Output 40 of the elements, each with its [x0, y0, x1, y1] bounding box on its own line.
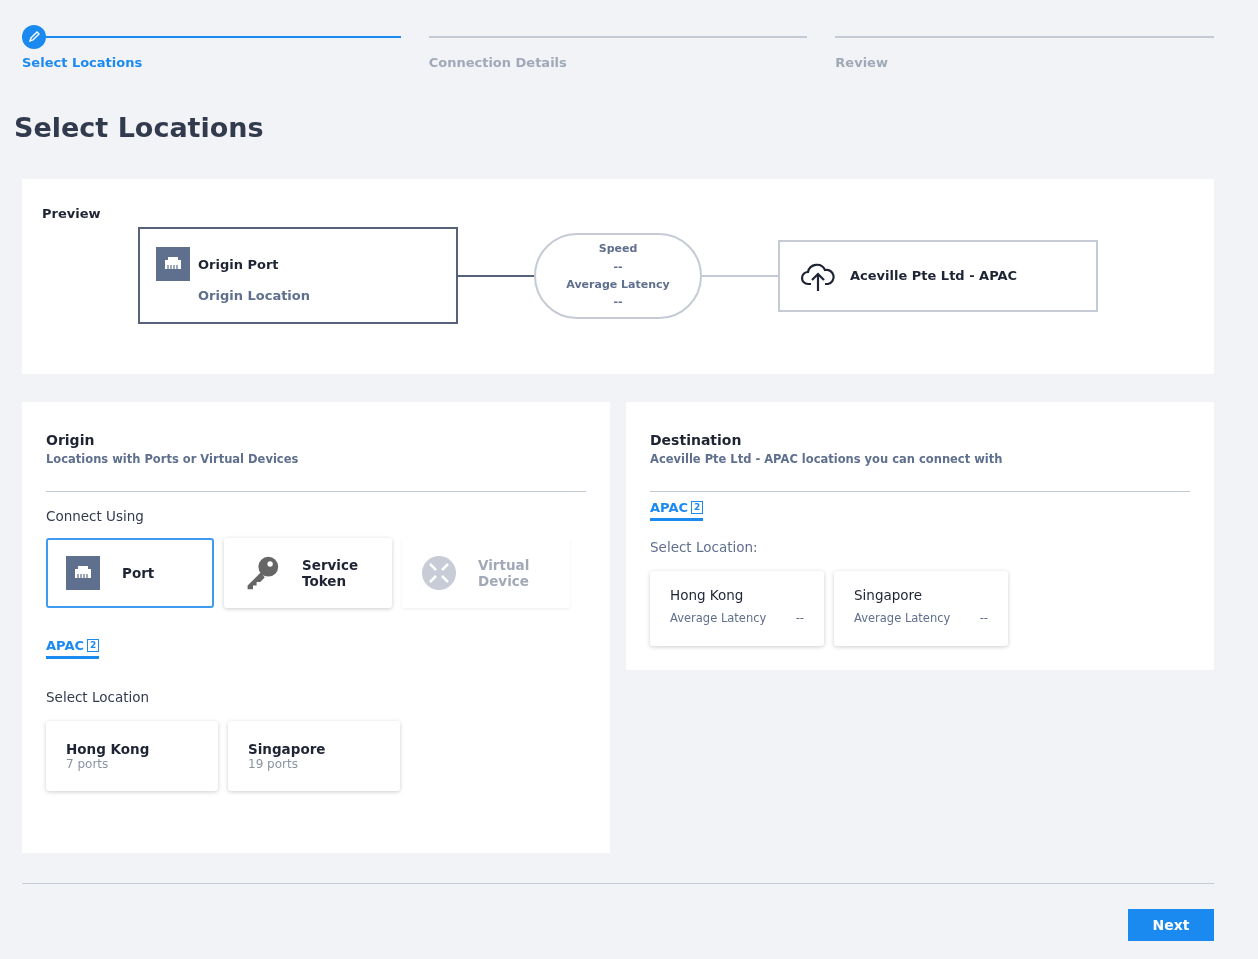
step-label[interactable]: Connection Details	[428, 55, 567, 70]
select-location-label: Select Location:	[650, 539, 759, 555]
location-card[interactable]: Singapore Average Latency --	[834, 571, 1008, 646]
arrows-inward-circle-icon	[422, 556, 456, 590]
pencil-step-icon	[22, 25, 46, 49]
speed-value: --	[613, 258, 623, 275]
section-subtitle: Locations with Ports or Virtual Devices	[46, 452, 300, 466]
section-title: Destination	[650, 432, 743, 448]
ethernet-port-icon	[66, 556, 100, 590]
step-label[interactable]: Review	[835, 55, 888, 70]
ethernet-port-icon	[156, 247, 190, 281]
location-card[interactable]: Hong Kong Average Latency --	[650, 571, 824, 646]
select-location-label: Select Location	[46, 689, 151, 705]
next-button[interactable]: Next	[1128, 909, 1214, 941]
step-label[interactable]: Select Locations	[22, 55, 143, 70]
count-badge: 2	[87, 639, 100, 652]
destination-name: Aceville Pte Ltd - APAC	[850, 268, 1018, 283]
count-badge: 2	[691, 501, 704, 514]
origin-location: Origin Location	[198, 288, 311, 304]
location-card[interactable]: Hong Kong 7 ports	[46, 721, 218, 791]
latency-value: --	[979, 611, 988, 625]
connect-using-label: Connect Using	[46, 508, 145, 524]
connection-type-option[interactable]: Service Token	[224, 538, 392, 608]
latency-label: Average Latency	[566, 276, 670, 293]
region-tab[interactable]: APAC 2	[46, 638, 100, 659]
latency-value: --	[795, 611, 804, 625]
section-subtitle: Aceville Pte Ltd - APAC locations you can connect with	[650, 452, 1004, 466]
latency-value: --	[613, 294, 623, 311]
latency-label: Average Latency	[854, 611, 951, 625]
connection-type-option[interactable]: Port	[46, 538, 214, 608]
location-name: Hong Kong	[670, 587, 745, 603]
location-card[interactable]: Singapore 19 ports	[228, 721, 400, 791]
location-name: Singapore	[854, 587, 924, 603]
section-title: Origin	[46, 432, 96, 448]
region-tab[interactable]: APAC 2	[650, 500, 704, 521]
preview-title: Preview	[42, 206, 102, 221]
origin-name: Origin Port	[198, 257, 280, 272]
page-title: Select Locations	[14, 112, 265, 143]
latency-label: Average Latency	[670, 611, 767, 625]
speed-label: Speed	[598, 241, 638, 258]
